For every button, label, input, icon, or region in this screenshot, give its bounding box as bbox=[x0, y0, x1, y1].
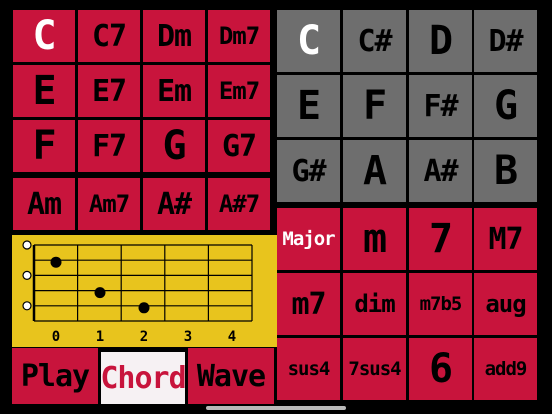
chord-type-7sus4[interactable]: 7sus4 bbox=[343, 338, 406, 400]
fret-number-label: 4 bbox=[228, 329, 236, 345]
chord-button-dm7[interactable]: Dm7 bbox=[208, 10, 270, 62]
finger-marker bbox=[138, 302, 150, 314]
chord-type-m7[interactable]: M7 bbox=[474, 208, 537, 270]
finger-marker bbox=[50, 256, 62, 268]
root-key-f-sharp[interactable]: F# bbox=[409, 75, 472, 137]
chord-button-am7[interactable]: Am7 bbox=[78, 178, 140, 230]
root-key-d-sharp[interactable]: D# bbox=[474, 10, 537, 72]
chord-type-6[interactable]: 6 bbox=[409, 338, 472, 400]
home-indicator bbox=[206, 406, 346, 410]
root-key-f[interactable]: F bbox=[343, 75, 406, 137]
chord-button-c[interactable]: C bbox=[13, 10, 75, 62]
open-string-marker bbox=[22, 240, 32, 250]
chord-button-e[interactable]: E bbox=[13, 65, 75, 117]
chord-button-c7[interactable]: C7 bbox=[78, 10, 140, 62]
chord-button-am[interactable]: Am bbox=[13, 178, 75, 230]
root-key-c-sharp[interactable]: C# bbox=[343, 10, 406, 72]
fretboard: 0 1 2 3 4 bbox=[12, 235, 277, 347]
chord-button-g7[interactable]: G7 bbox=[208, 120, 270, 172]
open-string-marker bbox=[22, 301, 32, 311]
fretboard-diagram: 0 1 2 3 4 bbox=[22, 240, 253, 345]
root-key-e[interactable]: E bbox=[277, 75, 340, 137]
chord-mode-button[interactable]: Chord bbox=[101, 352, 185, 404]
wave-mode-button[interactable]: Wave bbox=[188, 348, 274, 404]
chord-type-7[interactable]: 7 bbox=[409, 208, 472, 270]
fret-number-label: 0 bbox=[52, 329, 60, 345]
chord-type-m[interactable]: m bbox=[343, 208, 406, 270]
chord-button-f[interactable]: F bbox=[13, 120, 75, 172]
chord-type-m7[interactable]: m7 bbox=[277, 273, 340, 335]
chord-type-m7b5[interactable]: m7b5 bbox=[409, 273, 472, 335]
fret-number-label: 3 bbox=[184, 329, 192, 345]
chord-button-a-sharp7[interactable]: A#7 bbox=[208, 178, 270, 230]
chord-type-sus4[interactable]: sus4 bbox=[277, 338, 340, 400]
finger-marker bbox=[94, 287, 106, 299]
root-key-g-sharp[interactable]: G# bbox=[277, 140, 340, 202]
play-mode-button[interactable]: Play bbox=[12, 348, 98, 404]
root-key-a-sharp[interactable]: A# bbox=[409, 140, 472, 202]
chord-type-major[interactable]: Major bbox=[277, 208, 340, 270]
chord-button-dm[interactable]: Dm bbox=[143, 10, 205, 62]
chord-button-a-sharp[interactable]: A# bbox=[143, 178, 205, 230]
root-key-d[interactable]: D bbox=[409, 10, 472, 72]
chord-button-g[interactable]: G bbox=[143, 120, 205, 172]
root-key-b[interactable]: B bbox=[474, 140, 537, 202]
chord-type-add9[interactable]: add9 bbox=[474, 338, 537, 400]
chord-button-em[interactable]: Em bbox=[143, 65, 205, 117]
chord-button-e7[interactable]: E7 bbox=[78, 65, 140, 117]
open-string-marker bbox=[22, 270, 32, 281]
fret-number-label: 2 bbox=[140, 329, 148, 345]
root-key-a[interactable]: A bbox=[343, 140, 406, 202]
chord-button-f7[interactable]: F7 bbox=[78, 120, 140, 172]
root-key-g[interactable]: G bbox=[474, 75, 537, 137]
fret-number-label: 1 bbox=[96, 329, 104, 345]
chord-type-dim[interactable]: dim bbox=[343, 273, 406, 335]
root-key-c[interactable]: C bbox=[277, 10, 340, 72]
chord-button-em7[interactable]: Em7 bbox=[208, 65, 270, 117]
chord-type-aug[interactable]: aug bbox=[474, 273, 537, 335]
